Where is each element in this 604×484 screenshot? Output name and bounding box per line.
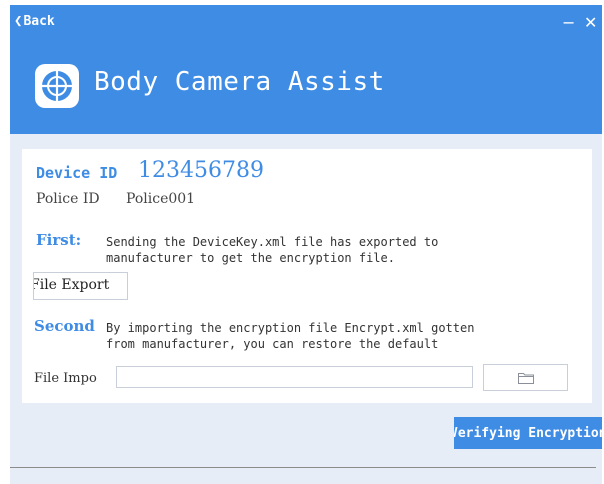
browse-folder-button[interactable] xyxy=(483,364,568,391)
footer-divider xyxy=(10,467,596,468)
back-label: Back xyxy=(23,13,55,29)
first-step-description-line-1: Sending the DeviceKey.xml file has expor… xyxy=(106,235,439,249)
crosshair-globe-icon xyxy=(35,64,79,108)
device-id-value: 123456789 xyxy=(138,158,264,183)
close-button[interactable]: ✕ xyxy=(584,15,598,31)
police-id-value: Police001 xyxy=(126,191,196,207)
device-id-label: Device ID xyxy=(36,164,118,182)
minimize-button[interactable]: − xyxy=(562,15,576,31)
second-step-description-line-1: By importing the encryption file Encrypt… xyxy=(106,321,475,335)
folder-icon xyxy=(517,372,534,384)
app-title: Body Camera Assist xyxy=(94,67,385,97)
file-import-path-input[interactable] xyxy=(116,366,473,388)
file-import-label: File Impo xyxy=(34,371,97,386)
chevron-left-icon: ❮ xyxy=(14,13,23,29)
main-panel: Device ID 123456789 Police ID Police001 … xyxy=(10,134,602,484)
title-bar: ❮ Back − ✕ Body Camera Assist xyxy=(10,5,602,134)
verify-encryption-label: Verifying Encryption xyxy=(454,426,602,441)
second-step-description-line-2: from manufacturer, you can restore the d… xyxy=(106,337,439,351)
back-button[interactable]: ❮ Back xyxy=(14,13,55,29)
verify-encryption-button[interactable]: Verifying Encryption xyxy=(454,417,602,449)
first-step-description-line-2: manufacturer to get the encryption file. xyxy=(106,251,395,265)
file-export-button[interactable]: File Export xyxy=(33,272,128,300)
file-export-label: File Export xyxy=(33,277,110,293)
police-id-label: Police ID xyxy=(36,191,100,207)
second-step-label: Second xyxy=(34,317,95,335)
first-step-label: First: xyxy=(36,231,82,249)
encryption-card: Device ID 123456789 Police ID Police001 … xyxy=(22,149,592,403)
